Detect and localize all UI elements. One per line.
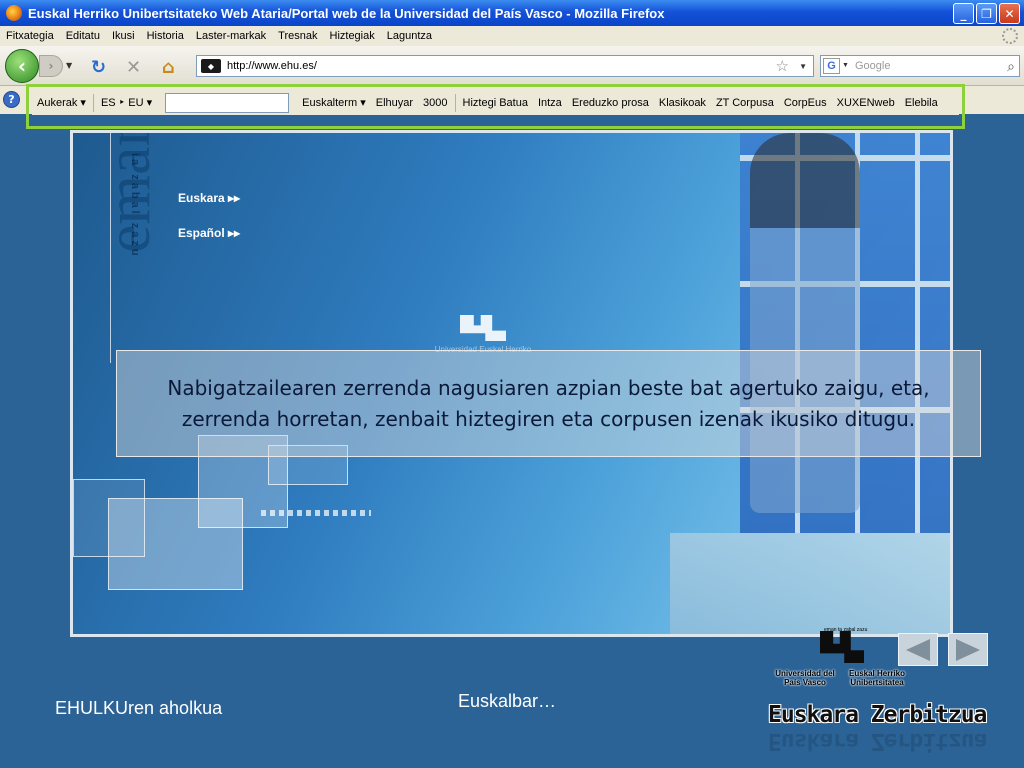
service-title: Euskara Zerbitzua bbox=[768, 702, 987, 728]
url-field[interactable]: ◆ http://www.ehu.es/ ☆ ▼ bbox=[196, 55, 814, 77]
triangle-right-icon bbox=[956, 638, 980, 661]
navigation-toolbar: ‹ › ▼ ↻ ✕ ⌂ ◆ http://www.ehu.es/ ☆ ▼ G ▼… bbox=[0, 46, 1024, 86]
google-engine-icon[interactable]: G bbox=[823, 58, 840, 74]
upv-logo: eman ta zabal zazu Universidad del País … bbox=[772, 627, 912, 691]
dict-corpeus[interactable]: CorpEus bbox=[779, 97, 832, 109]
minimize-button[interactable]: _ bbox=[953, 3, 974, 24]
back-button[interactable]: ‹ bbox=[5, 49, 39, 83]
dict-ereduzko-prosa[interactable]: Ereduzko prosa bbox=[567, 97, 654, 109]
euskalbar-options-button[interactable]: Aukerak ▾ bbox=[32, 96, 91, 109]
maximize-button[interactable]: ❐ bbox=[976, 3, 997, 24]
logo-name-eu: Euskal Herriko Unibertsitatea bbox=[848, 669, 906, 687]
home-icon[interactable]: ⌂ bbox=[162, 57, 175, 78]
forward-button[interactable]: › bbox=[39, 55, 63, 77]
url-dropdown-icon[interactable]: ▼ bbox=[799, 62, 807, 71]
dict-label: Euskalterm bbox=[302, 97, 358, 109]
search-field[interactable]: G ▼ Google ⌕ bbox=[820, 55, 1020, 77]
engine-dropdown-icon[interactable]: ▼ bbox=[842, 62, 849, 69]
euskalbar-search-input[interactable] bbox=[165, 92, 290, 113]
link-euskara[interactable]: Euskara ▸▸ bbox=[178, 191, 240, 205]
menu-history[interactable]: Historia bbox=[141, 30, 190, 42]
menu-dictionaries[interactable]: Hiztegiak bbox=[324, 30, 381, 42]
window-controls: _ ❐ ✕ bbox=[953, 3, 1020, 24]
close-button[interactable]: ✕ bbox=[999, 3, 1020, 24]
search-placeholder: Google bbox=[855, 60, 891, 72]
decor-dots bbox=[261, 510, 371, 516]
menu-file[interactable]: Fitxategia bbox=[0, 30, 60, 42]
center-logo: Universidad Euskal Herriko bbox=[435, 315, 531, 355]
euskalbar-toolbar: Aukerak ▾ ES ‣ EU ▾ Euskalterm ▾ Elhuyar… bbox=[32, 90, 959, 115]
upv-logo-icon bbox=[460, 315, 506, 341]
search-icon[interactable]: ⌕ bbox=[1007, 58, 1015, 75]
arrow-right-icon: › bbox=[48, 59, 54, 73]
link-espanol[interactable]: Español ▸▸ bbox=[178, 226, 240, 240]
dict-elebila[interactable]: Elebila bbox=[900, 97, 943, 109]
stop-icon[interactable]: ✕ bbox=[126, 57, 141, 78]
menubar: Fitxategia Editatu Ikusi Historia Laster… bbox=[0, 26, 1024, 46]
menu-edit[interactable]: Editatu bbox=[60, 30, 106, 42]
dict-3000[interactable]: 3000 bbox=[418, 97, 452, 109]
euskalbar-lower-area bbox=[32, 115, 959, 123]
floor-photo bbox=[670, 533, 950, 634]
dropdown-icon: ▾ bbox=[146, 97, 153, 109]
next-slide-button[interactable] bbox=[948, 633, 988, 666]
dict-hiztegi-batua[interactable]: Hiztegi Batua bbox=[458, 97, 533, 109]
direction-button[interactable]: ES ‣ EU ▾ bbox=[96, 96, 157, 109]
explanation-callout: Nabigatzailearen zerrenda nagusiaren azp… bbox=[116, 350, 981, 457]
window-titlebar: Euskal Herriko Unibertsitateko Web Atari… bbox=[0, 0, 1024, 26]
url-text: http://www.ehu.es/ bbox=[227, 60, 317, 72]
footer-center-text: Euskalbar… bbox=[458, 691, 557, 711]
callout-text: Nabigatzailearen zerrenda nagusiaren azp… bbox=[167, 375, 930, 431]
reload-icon[interactable]: ↻ bbox=[91, 57, 106, 78]
upv-logo-icon bbox=[820, 631, 864, 663]
tagline: ia zabal zazu bbox=[129, 153, 141, 259]
dict-klasikoak[interactable]: Klasikoak bbox=[654, 97, 711, 109]
logo-name-es: Universidad del País Vasco bbox=[775, 669, 835, 687]
help-icon[interactable]: ? bbox=[3, 91, 20, 108]
footer-left-text: EHULKUren aholkua bbox=[55, 698, 223, 718]
dropdown-icon: ▾ bbox=[80, 97, 86, 109]
history-dropdown-icon[interactable]: ▼ bbox=[66, 61, 72, 70]
dict-xuxenweb[interactable]: XUXENweb bbox=[832, 97, 900, 109]
bookmark-star-icon[interactable]: ☆ bbox=[776, 57, 789, 75]
service-title-reflection: Euskara Zerbitzua bbox=[768, 728, 987, 754]
dict-zt-corpusa[interactable]: ZT Corpusa bbox=[711, 97, 779, 109]
dict-intza[interactable]: Intza bbox=[533, 97, 567, 109]
arrow-left-icon: ‹ bbox=[17, 54, 27, 78]
dropdown-icon: ▾ bbox=[360, 97, 366, 109]
menu-bookmarks[interactable]: Laster-markak bbox=[190, 30, 272, 42]
menu-tools[interactable]: Tresnak bbox=[272, 30, 323, 42]
dict-euskalterm[interactable]: Euskalterm ▾ bbox=[297, 96, 371, 109]
throbber-icon bbox=[1002, 28, 1018, 44]
separator bbox=[454, 93, 456, 112]
separator bbox=[92, 93, 94, 112]
menu-view[interactable]: Ikusi bbox=[106, 30, 141, 42]
firefox-icon bbox=[6, 5, 22, 21]
options-label: Aukerak bbox=[37, 97, 78, 109]
menu-help[interactable]: Laguntza bbox=[381, 30, 438, 42]
brand-watermark: eman bbox=[92, 130, 163, 253]
euskalbar-highlight: Aukerak ▾ ES ‣ EU ▾ Euskalterm ▾ Elhuyar… bbox=[26, 84, 965, 129]
dict-elhuyar[interactable]: Elhuyar bbox=[371, 97, 418, 109]
site-favicon-icon: ◆ bbox=[201, 59, 221, 73]
direction-label: ES ‣ EU bbox=[100, 97, 144, 109]
window-title: Euskal Herriko Unibertsitateko Web Atari… bbox=[28, 5, 665, 21]
